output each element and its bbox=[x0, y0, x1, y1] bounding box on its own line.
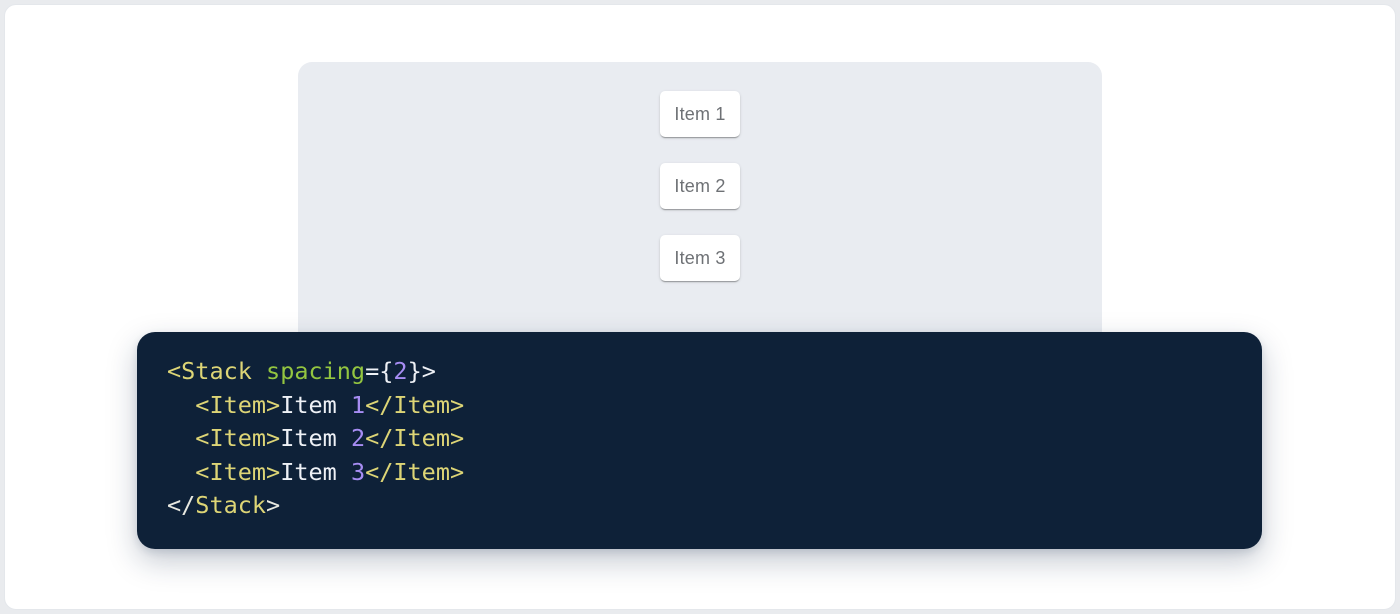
code-token-plain bbox=[167, 391, 195, 419]
code-token-plain: Item bbox=[280, 391, 351, 419]
stack-item-label: Item 3 bbox=[674, 248, 725, 269]
stack-demo-panel: Item 1 Item 2 Item 3 bbox=[298, 62, 1102, 362]
stack-item-card: Item 1 bbox=[660, 91, 740, 137]
stack-item-card: Item 2 bbox=[660, 163, 740, 209]
code-token-tag: </Item> bbox=[365, 391, 464, 419]
code-token-num: 2 bbox=[393, 357, 407, 385]
code-token-tag: </Item> bbox=[365, 458, 464, 486]
code-token-num: 1 bbox=[351, 391, 365, 419]
code-token-plain: }> bbox=[408, 357, 436, 385]
code-token-punct: > bbox=[266, 491, 280, 519]
code-token-attr: spacing bbox=[266, 357, 365, 385]
code-token-plain: = bbox=[365, 357, 379, 385]
code-token-num: 2 bbox=[351, 424, 365, 452]
code-token-plain bbox=[167, 424, 195, 452]
code-token-plain: Item bbox=[280, 458, 351, 486]
stack-item-label: Item 1 bbox=[674, 104, 725, 125]
code-block: <Stack spacing={2}> <Item>Item 1</Item> … bbox=[137, 332, 1262, 549]
code-token-tag: Stack bbox=[195, 491, 266, 519]
code-token-punct: </ bbox=[167, 491, 195, 519]
code-snippet: <Stack spacing={2}> <Item>Item 1</Item> … bbox=[167, 355, 1232, 523]
stack-item-card: Item 3 bbox=[660, 235, 740, 281]
code-token-plain: Item bbox=[280, 424, 351, 452]
code-token-tag: <Item> bbox=[195, 458, 280, 486]
code-token-tag: <Stack bbox=[167, 357, 252, 385]
screenshot-stage: Item 1 Item 2 Item 3 <Stack spacing={2}>… bbox=[0, 0, 1400, 614]
code-token-num: 3 bbox=[351, 458, 365, 486]
stack-item-label: Item 2 bbox=[674, 176, 725, 197]
code-token-tag: <Item> bbox=[195, 424, 280, 452]
code-token-plain bbox=[252, 357, 266, 385]
code-token-tag: </Item> bbox=[365, 424, 464, 452]
code-token-plain bbox=[167, 458, 195, 486]
code-token-plain: { bbox=[379, 357, 393, 385]
code-token-tag: <Item> bbox=[195, 391, 280, 419]
